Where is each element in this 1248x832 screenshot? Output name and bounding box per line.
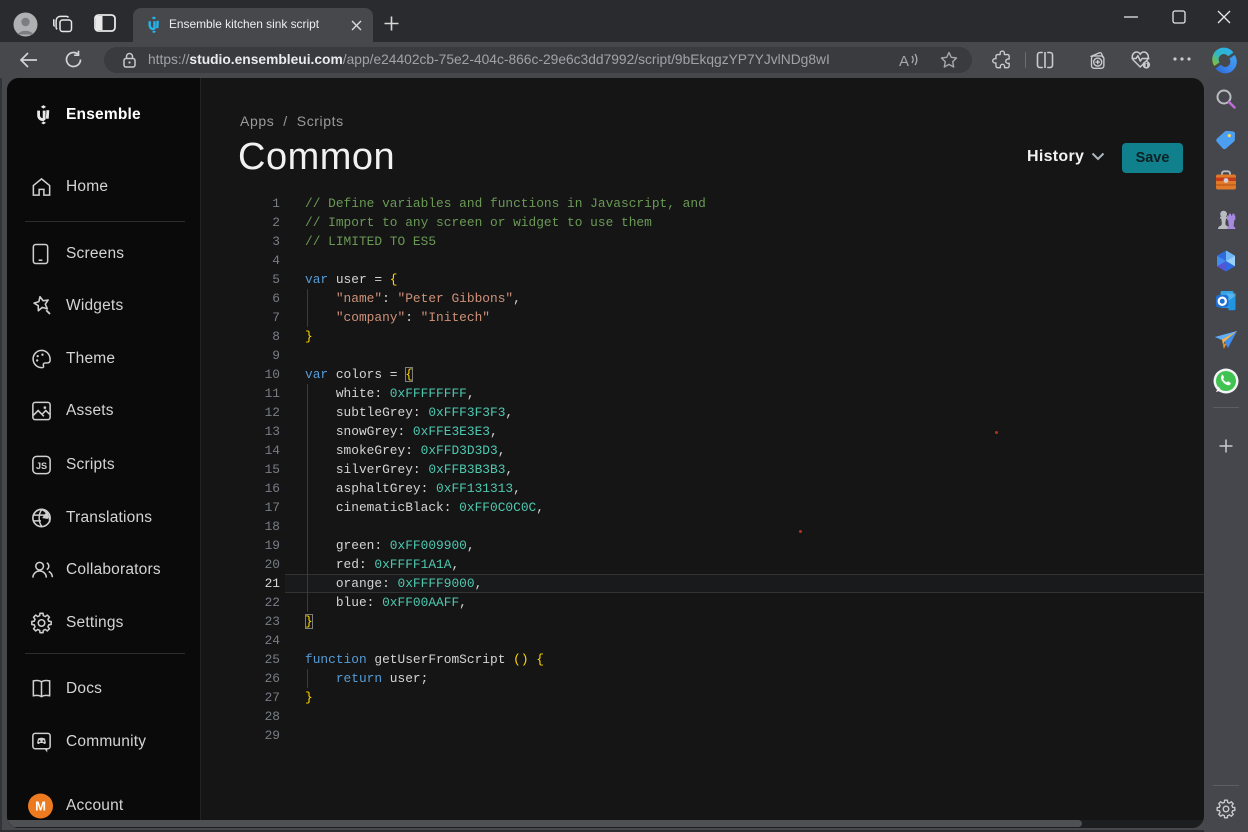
- svg-text:A: A: [899, 53, 909, 69]
